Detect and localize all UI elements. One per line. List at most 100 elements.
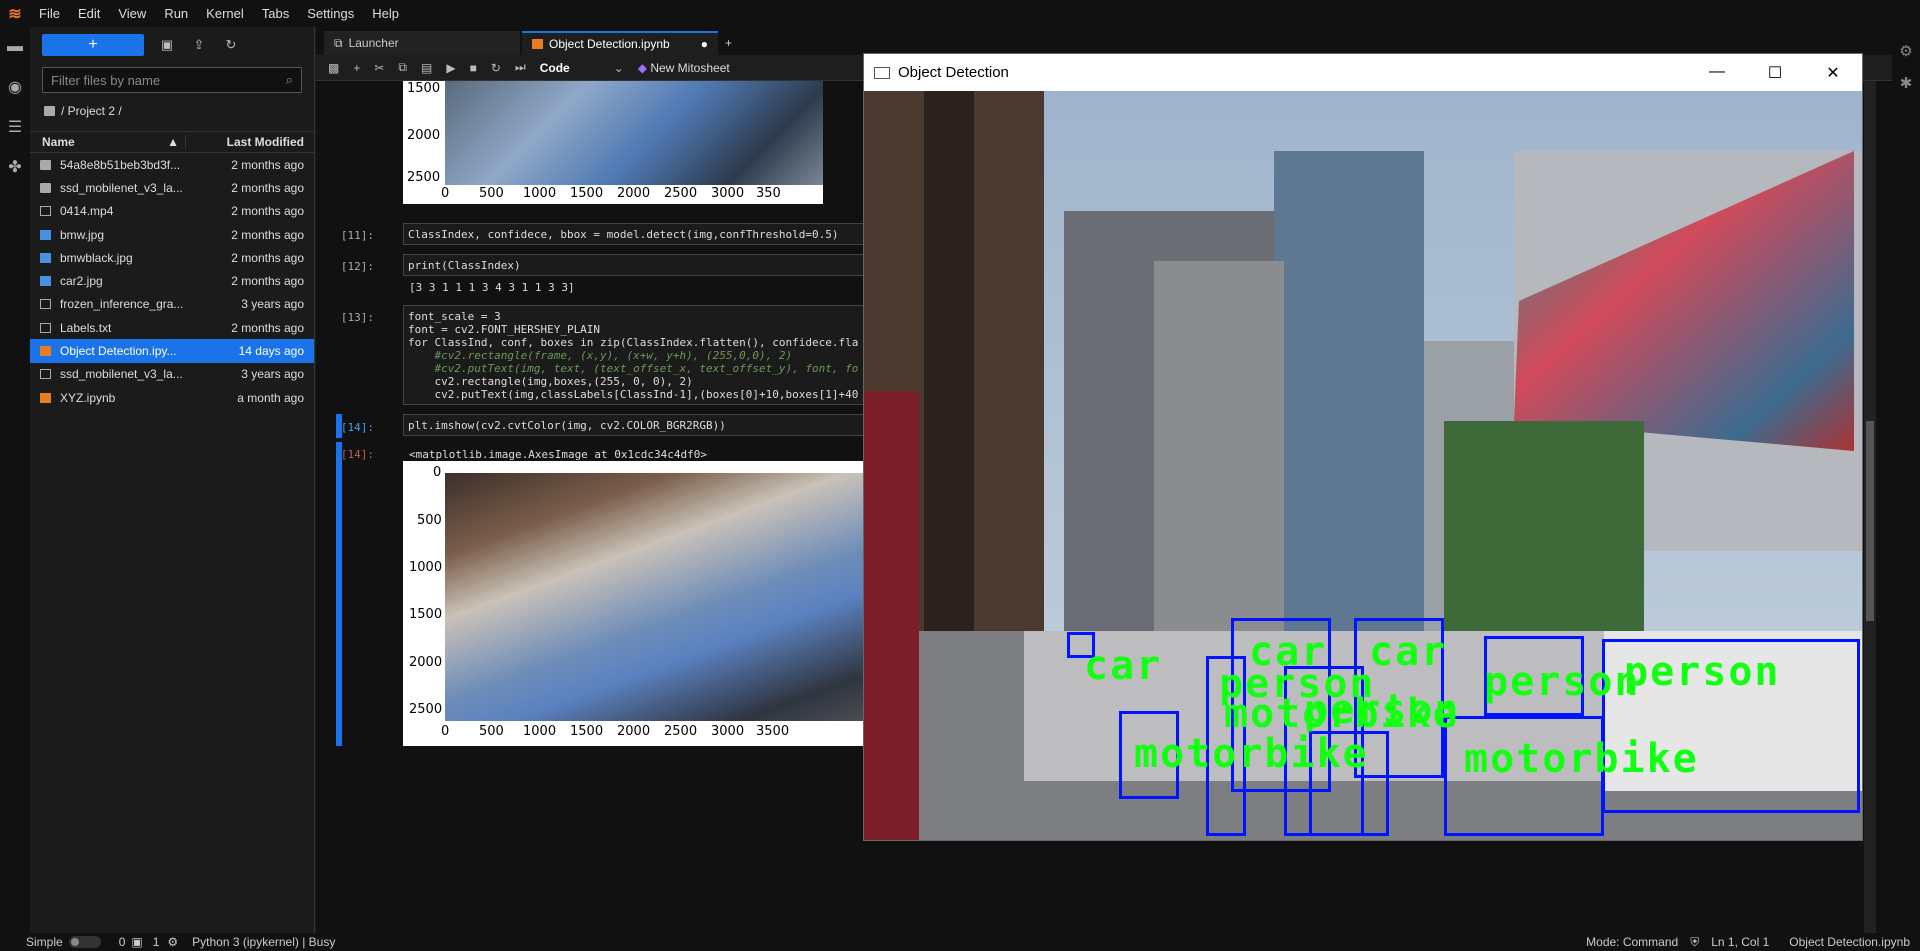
output-plot-bottom: 0 500 1000 1500 2000 2500 0 500 1000 150… [403, 461, 913, 746]
file-modified: 2 months ago [231, 250, 304, 265]
kernel-status[interactable]: Python 3 (ipykernel) | Busy [192, 935, 335, 949]
code-cell-12[interactable]: print(ClassIndex) [403, 254, 873, 276]
window-titlebar[interactable]: Object Detection — ☐ ✕ [864, 54, 1862, 91]
active-output-indicator[interactable] [336, 442, 342, 746]
restart-icon[interactable]: ↻ [491, 61, 501, 75]
menu-file[interactable]: File [30, 0, 69, 27]
running-kernels-icon[interactable]: ◉ [0, 67, 30, 107]
minimize-icon[interactable]: — [1688, 63, 1746, 83]
output-prompt: [14]: [340, 448, 374, 461]
cell-prompt: [14]: [340, 421, 374, 434]
menubar: ≋ File Edit View Run Kernel Tabs Setting… [0, 0, 1920, 27]
folder-icon[interactable]: ▬ [0, 27, 30, 67]
close-icon[interactable]: ✕ [1804, 63, 1862, 83]
file-name: 54a8e8b51beb3bd3f... [60, 157, 181, 172]
code-line: cv2.putText(img,classLabels[ClassInd-1],… [408, 388, 859, 401]
file-row[interactable]: 0414.mp4 2 months ago [30, 200, 314, 223]
maximize-icon[interactable]: ☐ [1746, 63, 1804, 83]
file-row[interactable]: bmw.jpg 2 months ago [30, 223, 314, 246]
scrollbar-thumb[interactable] [1866, 421, 1874, 621]
gear-icon: ⚙ [167, 935, 179, 949]
new-launcher-button[interactable]: + [42, 34, 144, 56]
video-frame: car car car person person person person … [864, 91, 1862, 840]
ytick: 0 [433, 465, 442, 480]
file-name: bmwblack.jpg [60, 250, 133, 265]
copy-icon[interactable]: ⧉ [398, 60, 407, 75]
new-folder-icon[interactable]: ▣ [158, 37, 176, 53]
menu-kernel[interactable]: Kernel [197, 0, 253, 27]
xtick: 2500 [664, 724, 698, 739]
paste-icon[interactable]: ▤ [421, 61, 432, 75]
mitosheet-icon: ◆ [637, 60, 647, 75]
menu-settings[interactable]: Settings [298, 0, 363, 27]
table-of-contents-icon[interactable]: ☰ [0, 107, 30, 147]
file-row[interactable]: Object Detection.ipy... 14 days ago [30, 339, 314, 363]
file-row[interactable]: 54a8e8b51beb3bd3f... 2 months ago [30, 153, 314, 176]
code-line: for ClassInd, conf, boxes in zip(ClassIn… [408, 336, 859, 349]
filter-files-input[interactable]: Filter files by name ⌕ [42, 67, 302, 93]
file-browser-toolbar: + ▣ ⇪ ↻ [30, 27, 314, 63]
code-cell-11[interactable]: ClassIndex, confidece, bbox = model.dete… [403, 223, 873, 245]
notebook-icon [532, 39, 543, 49]
cut-icon[interactable]: ✂ [374, 61, 384, 75]
ytick: 2500 [407, 170, 441, 185]
kernel-count[interactable]: 1 [153, 935, 160, 949]
run-all-icon[interactable]: ⏭ [515, 60, 526, 75]
tab-launcher[interactable]: ⧉ Launcher [324, 31, 520, 55]
code-cell-13[interactable]: font_scale = 3 font = cv2.FONT_HERSHEY_P… [403, 305, 873, 405]
property-inspector-icon[interactable]: ⚙ [1892, 35, 1920, 67]
insert-cell-icon[interactable]: + [353, 61, 360, 75]
jupyter-logo-icon: ≋ [8, 5, 22, 23]
status-bar: Simple 0 ▣ 1 ⚙ Python 3 (ipykernel) | Bu… [0, 933, 1920, 951]
menu-view[interactable]: View [109, 0, 155, 27]
file-name: XYZ.ipynb [60, 390, 116, 405]
new-tab-button[interactable]: + [720, 31, 742, 55]
debugger-icon[interactable]: ✱ [1892, 67, 1920, 99]
simple-mode-toggle[interactable] [68, 936, 101, 948]
tab-label: Launcher [348, 36, 399, 50]
file-row[interactable]: bmwblack.jpg 2 months ago [30, 246, 314, 269]
unsaved-dot-icon[interactable]: ● [701, 37, 708, 51]
file-row[interactable]: XYZ.ipynb a month ago [30, 386, 314, 409]
menu-run[interactable]: Run [155, 0, 197, 27]
upload-icon[interactable]: ⇪ [190, 37, 208, 53]
menu-tabs[interactable]: Tabs [253, 0, 298, 27]
save-icon[interactable]: ▩ [328, 61, 339, 75]
column-modified-header[interactable]: Last Modified [185, 135, 314, 149]
tab-object-detection[interactable]: Object Detection.ipynb ● [522, 31, 718, 55]
file-modified: 3 years ago [241, 367, 304, 382]
run-icon[interactable]: ▶ [446, 61, 455, 75]
ytick: 1000 [409, 560, 443, 575]
file-name: Object Detection.ipy... [60, 344, 177, 359]
tab-label: Object Detection.ipynb [549, 37, 670, 51]
right-activity-bar: ⚙ ✱ [1892, 27, 1920, 933]
column-name-label: Name [42, 135, 75, 149]
cursor-position[interactable]: Ln 1, Col 1 [1711, 935, 1769, 949]
column-name-header[interactable]: Name ▲ [30, 135, 185, 149]
file-row[interactable]: ssd_mobilenet_v3_la... 2 months ago [30, 176, 314, 199]
menu-edit[interactable]: Edit [69, 0, 109, 27]
ytick: 1500 [409, 607, 443, 622]
extension-icon[interactable]: ✤ [0, 147, 30, 187]
code-cell-14[interactable]: plt.imshow(cv2.cvtColor(img, cv2.COLOR_B… [403, 414, 873, 436]
new-mitosheet-button[interactable]: ◆ New Mitosheet [638, 61, 730, 75]
file-name: ssd_mobilenet_v3_la... [60, 367, 183, 382]
file-row[interactable]: car2.jpg 2 months ago [30, 269, 314, 292]
stop-icon[interactable]: ■ [470, 61, 477, 75]
shield-icon[interactable]: ⛨ [1690, 935, 1699, 950]
xtick: 2500 [664, 186, 698, 201]
code-comment: #cv2.putText(img, text, (text_offset_x, … [408, 362, 859, 375]
file-row[interactable]: ssd_mobilenet_v3_la... 3 years ago [30, 363, 314, 386]
refresh-icon[interactable]: ↻ [222, 37, 240, 53]
doc-icon [39, 369, 51, 380]
notebook-scrollbar[interactable] [1864, 81, 1876, 933]
cell-type-select[interactable]: Code [540, 61, 600, 75]
terminal-count[interactable]: 0 [119, 935, 126, 949]
file-row[interactable]: frozen_inference_gra... 3 years ago [30, 293, 314, 316]
file-name: bmw.jpg [60, 227, 105, 242]
menu-help[interactable]: Help [363, 0, 408, 27]
file-row[interactable]: Labels.txt 2 months ago [30, 316, 314, 339]
img-icon [39, 229, 51, 240]
chevron-down-icon[interactable]: ⌄ [614, 61, 624, 75]
breadcrumb[interactable]: / Project 2 / [30, 97, 314, 125]
